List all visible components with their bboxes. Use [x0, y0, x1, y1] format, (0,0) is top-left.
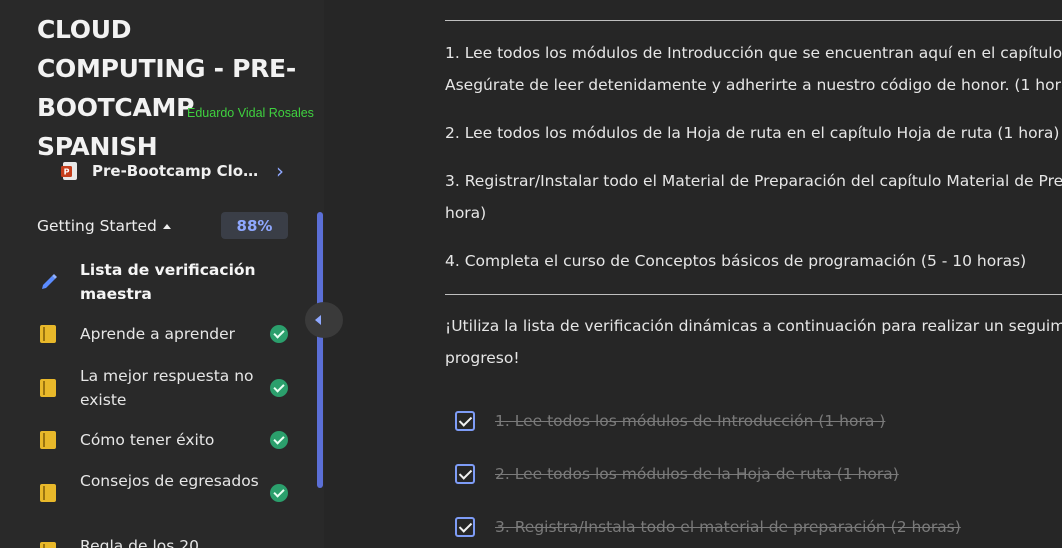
checkbox-checked[interactable]: [455, 411, 475, 431]
lesson-item[interactable]: Lista de verificación maestra: [0, 258, 318, 306]
checklist-item[interactable]: 1. Lee todos los módulos de Introducción…: [455, 410, 885, 432]
course-sidebar: CLOUD COMPUTING - PRE-BOOTCAMP SPANISH E…: [0, 0, 324, 548]
lesson-item[interactable]: Cómo tener éxito: [0, 428, 318, 452]
sidebar-scrollbar[interactable]: [317, 212, 323, 488]
lesson-item[interactable]: La mejor respuesta no existe: [0, 364, 318, 412]
completed-check-icon: [270, 379, 288, 397]
lesson-label: La mejor respuesta no existe: [80, 367, 254, 409]
book-icon: [40, 325, 56, 343]
instruction-text: Asegúrate de leer detenidamente y adheri…: [445, 76, 1062, 94]
lesson-label: Aprende a aprender: [80, 325, 236, 343]
powerpoint-icon: P: [60, 161, 80, 181]
lesson-label: Cómo tener éxito: [80, 431, 215, 449]
book-icon: [40, 542, 56, 548]
checklist-label: 3. Registra/Instala todo el material de …: [495, 518, 961, 536]
checklist-label: 2. Lee todos los módulos de la Hoja de r…: [495, 465, 899, 483]
divider: [445, 20, 1062, 21]
lesson-item[interactable]: Regla de los 20: [0, 534, 318, 548]
instruction-text: hora): [445, 204, 487, 222]
book-icon: [40, 484, 56, 502]
lesson-item[interactable]: Consejos de egresados: [0, 469, 318, 517]
instruction-text: progreso!: [445, 349, 520, 367]
caret-up-icon: [162, 223, 171, 229]
completed-check-icon: [270, 431, 288, 449]
book-icon: [40, 379, 56, 397]
checkbox-checked[interactable]: [455, 464, 475, 484]
instruction-text: 3. Registrar/Instalar todo el Material d…: [445, 172, 1062, 190]
instruction-text: ¡Utiliza la lista de verificación dinámi…: [445, 317, 1062, 335]
checklist-item[interactable]: 3. Registra/Instala todo el material de …: [455, 516, 961, 538]
author-name: Eduardo Vidal Rosales: [187, 106, 314, 120]
collapse-sidebar-button[interactable]: [305, 302, 343, 338]
lesson-content: 1. Lee todos los módulos de Introducción…: [344, 0, 1062, 548]
checklist-label: 1. Lee todos los módulos de Introducción…: [495, 412, 886, 430]
course-link[interactable]: P Pre-Bootcamp Cloud Computing ›: [60, 154, 300, 188]
pencil-icon: [40, 273, 57, 291]
course-link-label: Pre-Bootcamp Cloud Computing: [92, 162, 268, 180]
lesson-label: Lista de verificación maestra: [80, 261, 256, 303]
chevron-right-icon: ›: [276, 159, 284, 183]
book-icon: [40, 431, 56, 449]
section-progress-badge: 88%: [221, 212, 288, 239]
lesson-label: Regla de los 20: [80, 537, 199, 548]
instruction-text: 2. Lee todos los módulos de la Hoja de r…: [445, 124, 1060, 142]
checklist-item[interactable]: 2. Lee todos los módulos de la Hoja de r…: [455, 463, 899, 485]
course-title: CLOUD COMPUTING - PRE-BOOTCAMP SPANISH: [37, 15, 296, 161]
instruction-text: 1. Lee todos los módulos de Introducción…: [445, 44, 1062, 62]
completed-check-icon: [270, 484, 288, 502]
lesson-label: Consejos de egresados: [80, 472, 259, 490]
section-label: Getting Started: [37, 217, 157, 235]
divider: [445, 294, 1062, 295]
instruction-text: 4. Completa el curso de Conceptos básico…: [445, 252, 1027, 270]
lesson-item[interactable]: Aprende a aprender: [0, 322, 318, 346]
checkbox-checked[interactable]: [455, 517, 475, 537]
svg-text:P: P: [64, 168, 70, 177]
completed-check-icon: [270, 325, 288, 343]
